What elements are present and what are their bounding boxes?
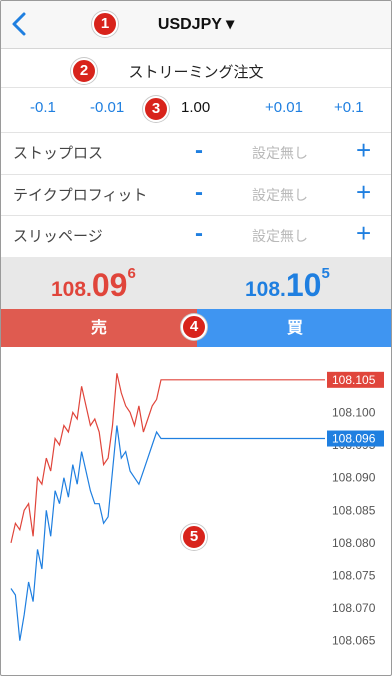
tick-chart-svg: 108.105108.100108.095108.090108.085108.0… [10, 371, 384, 648]
order-type-label[interactable]: ストリーミング注文 [1, 61, 391, 82]
y-tick-label: 108.090 [332, 471, 376, 485]
y-tick-label: 108.075 [332, 568, 376, 582]
ask-series-line [10, 425, 325, 641]
marker-2: 2 [71, 58, 97, 84]
lot-row: -0.1 -0.01 1.00 +0.01 +0.1 [1, 99, 391, 127]
divider [1, 87, 391, 88]
sell-button[interactable]: 売 [1, 309, 197, 347]
buy-button[interactable]: 買 [197, 309, 391, 347]
y-tick-label: 108.065 [332, 634, 376, 648]
bid-last-value-label: 108.105 [332, 373, 376, 387]
lot-plus-0-01-button[interactable]: +0.01 [265, 99, 303, 116]
stop-loss-plus-button[interactable]: + [356, 135, 371, 166]
bid-price-prefix: 108. [51, 278, 92, 301]
stop-loss-value[interactable]: 設定無し [252, 143, 308, 163]
header-bar: USDJPY ▾ [1, 1, 391, 49]
take-profit-plus-button[interactable]: + [356, 177, 371, 208]
y-tick-label: 108.080 [332, 536, 376, 550]
y-tick-label: 108.085 [332, 503, 376, 517]
tick-chart: 108.105108.100108.095108.090108.085108.0… [1, 347, 391, 675]
marker-3: 3 [143, 96, 169, 122]
marker-5: 5 [181, 524, 207, 550]
marker-1: 1 [92, 11, 118, 37]
ask-price: 108.105 [245, 265, 330, 304]
take-profit-value[interactable]: 設定無し [252, 185, 308, 205]
ask-price-fraction: 5 [321, 265, 330, 282]
slippage-minus-button[interactable]: - [195, 220, 203, 248]
ask-last-value-label: 108.096 [332, 432, 376, 446]
slippage-label: スリッページ [13, 227, 103, 245]
slippage-plus-button[interactable]: + [356, 218, 371, 249]
slippage-row: スリッページ - 設定無し + [1, 216, 391, 256]
price-panel: 108.096 108.105 [1, 257, 391, 309]
y-tick-label: 108.070 [332, 601, 376, 615]
order-screen: USDJPY ▾ 1 2 3 4 5 ストリーミング注文 -0.1 -0.01 … [0, 0, 392, 676]
slippage-value[interactable]: 設定無し [252, 226, 308, 246]
take-profit-label: テイクプロフィット [13, 186, 148, 204]
bid-series-line [10, 373, 325, 544]
take-profit-minus-button[interactable]: - [195, 179, 203, 207]
y-tick-label: 108.100 [332, 405, 376, 419]
marker-4: 4 [181, 314, 207, 340]
lot-value[interactable]: 1.00 [181, 99, 210, 116]
lot-minus-0-1-button[interactable]: -0.1 [30, 99, 56, 116]
stop-loss-minus-button[interactable]: - [195, 137, 203, 165]
symbol-selector[interactable]: USDJPY ▾ [1, 14, 391, 34]
take-profit-row: テイクプロフィット - 設定無し + [1, 175, 391, 215]
stop-loss-row: ストップロス - 設定無し + [1, 133, 391, 173]
lot-minus-0-01-button[interactable]: -0.01 [90, 99, 124, 116]
bid-price: 108.096 [51, 265, 136, 304]
lot-plus-0-1-button[interactable]: +0.1 [334, 99, 364, 116]
stop-loss-label: ストップロス [13, 144, 104, 162]
ask-price-prefix: 108. [245, 278, 286, 301]
bid-price-fraction: 6 [127, 265, 136, 282]
bid-price-pips: 09 [91, 267, 128, 303]
ask-price-pips: 10 [285, 267, 322, 303]
